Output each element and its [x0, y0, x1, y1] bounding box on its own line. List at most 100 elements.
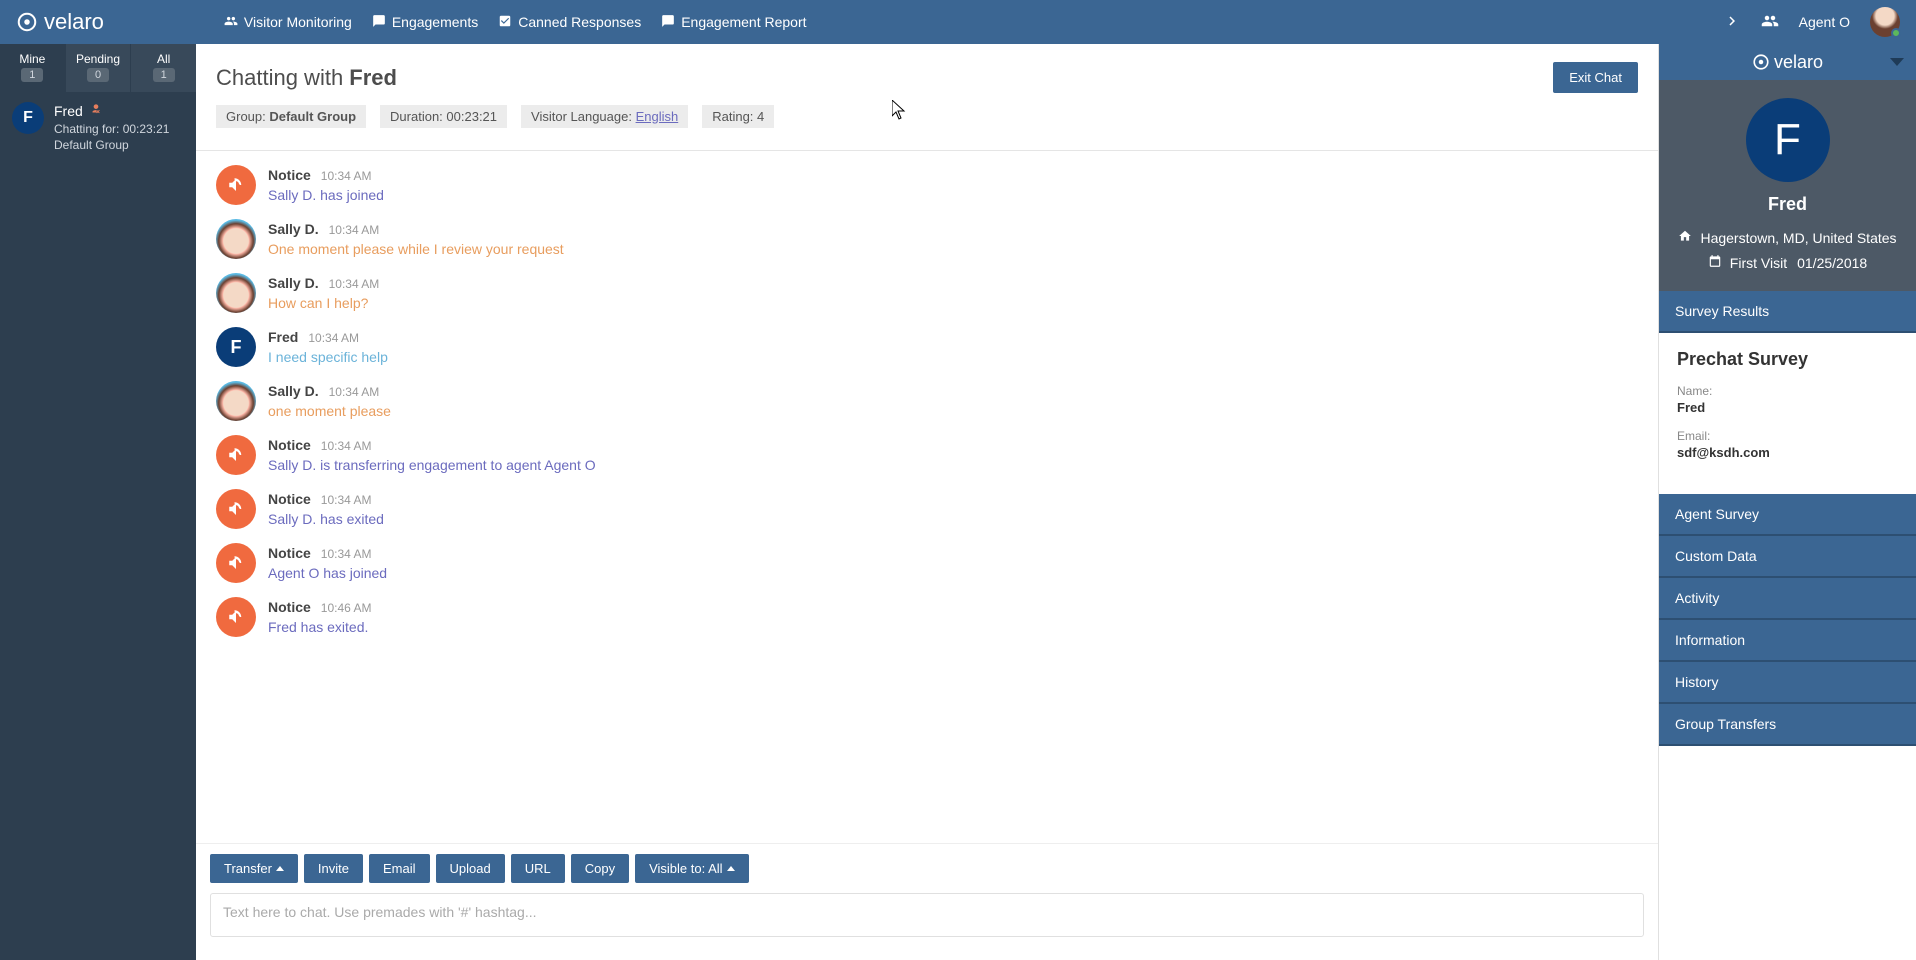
tab-count: 1 [153, 68, 175, 82]
chat-icon [372, 14, 386, 31]
nav-label: Canned Responses [518, 14, 641, 30]
chat-list-item[interactable]: F Fred Chatting for: 00:23:21 Default Gr… [0, 92, 196, 163]
velaro-logo-icon [16, 11, 38, 33]
navbar-right: Agent O [1723, 7, 1900, 37]
message-content: Notice10:34 AMAgent O has joined [268, 543, 387, 583]
visitor-first-visit: First Visit 01/25/2018 [1675, 254, 1900, 271]
chat-input[interactable] [210, 893, 1644, 937]
message-row: Sally D.10:34 AMHow can I help? [216, 273, 1638, 313]
message-content: Notice10:34 AMSally D. has joined [268, 165, 384, 205]
chat-meta: Group: Default Group Duration: 00:23:21 … [216, 105, 1638, 128]
nav-engagement-report[interactable]: Engagement Report [661, 14, 806, 31]
tab-pending[interactable]: Pending 0 [66, 44, 132, 92]
transfer-button[interactable]: Transfer [210, 854, 298, 883]
message-time: 10:34 AM [321, 439, 372, 453]
bullhorn-icon [216, 165, 256, 205]
tab-all[interactable]: All 1 [131, 44, 196, 92]
nav-visitor-monitoring[interactable]: Visitor Monitoring [224, 14, 352, 31]
tab-mine[interactable]: Mine 1 [0, 44, 66, 92]
accordion-activity[interactable]: Activity [1659, 578, 1916, 620]
copy-button[interactable]: Copy [571, 854, 629, 883]
visitor-details-sidebar: velaro F Fred Hagerstown, MD, United Sta… [1658, 44, 1916, 960]
bullhorn-icon [216, 435, 256, 475]
message-text: I need specific help [268, 349, 388, 365]
chat-title-name: Fred [349, 65, 397, 90]
chat-action-bar: Transfer Invite Email Upload URL Copy Vi… [210, 854, 1644, 883]
chevron-right-icon[interactable] [1723, 12, 1741, 33]
message-sender: Notice [268, 491, 311, 507]
message-text: Fred has exited. [268, 619, 372, 635]
message-row: Notice10:34 AMSally D. has joined [216, 165, 1638, 205]
accordion-group-transfers[interactable]: Group Transfers [1659, 704, 1916, 746]
message-content: Sally D. 10:34 AM one moment please [268, 381, 391, 421]
exit-chat-button[interactable]: Exit Chat [1553, 62, 1638, 93]
message-time: 10:34 AM [329, 223, 380, 237]
nav-label: Visitor Monitoring [244, 14, 352, 30]
message-row: Sally D. 10:34 AM one moment please [216, 381, 1638, 421]
message-row: Notice10:34 AMSally D. has exited [216, 489, 1638, 529]
invite-button[interactable]: Invite [304, 854, 363, 883]
users-icon [224, 14, 238, 31]
chat-list-sidebar: Mine 1 Pending 0 All 1 F Fred Chatting f… [0, 44, 196, 960]
agent-avatar[interactable] [1870, 7, 1900, 37]
message-sender: Fred [268, 329, 298, 345]
tab-count: 0 [87, 68, 109, 82]
message-content: Notice10:34 AMSally D. is transferring e… [268, 435, 596, 475]
accordion-agent-survey[interactable]: Agent Survey [1659, 494, 1916, 536]
message-content: Fred 10:34 AM I need specific help [268, 327, 388, 367]
brand-logo[interactable]: velaro [16, 9, 104, 35]
visitor-location: Hagerstown, MD, United States [1675, 229, 1900, 246]
visitor-card: F Fred Hagerstown, MD, United States Fir… [1659, 80, 1916, 291]
prechat-title: Prechat Survey [1677, 349, 1898, 370]
field-name-label: Name: [1677, 384, 1898, 398]
bullhorn-icon [216, 597, 256, 637]
collapse-icon[interactable] [1890, 58, 1904, 66]
message-content: Sally D.10:34 AMHow can I help? [268, 273, 379, 313]
accordion-information[interactable]: Information [1659, 620, 1916, 662]
message-text: one moment please [268, 403, 391, 419]
accordion-survey-results[interactable]: Survey Results [1659, 291, 1916, 333]
message-row: Notice10:34 AMSally D. is transferring e… [216, 435, 1638, 475]
meta-language: Visitor Language: English [521, 105, 688, 128]
accordion-history[interactable]: History [1659, 662, 1916, 704]
tab-label: Pending [70, 52, 127, 66]
message-time: 10:34 AM [308, 331, 359, 345]
chat-title: Chatting with Fred [216, 65, 397, 91]
message-content: Notice10:34 AMSally D. has exited [268, 489, 384, 529]
message-time: 10:34 AM [329, 385, 380, 399]
chat-transcript[interactable]: Notice10:34 AMSally D. has joinedSally D… [196, 151, 1658, 843]
right-panel-header[interactable]: velaro [1659, 44, 1916, 80]
message-text: Sally D. has exited [268, 511, 384, 527]
visitor-avatar-icon: F [216, 327, 256, 367]
meta-duration: Duration: 00:23:21 [380, 105, 507, 128]
message-sender: Notice [268, 167, 311, 183]
message-sender: Sally D. [268, 383, 319, 399]
bullhorn-icon [216, 543, 256, 583]
message-time: 10:34 AM [329, 277, 380, 291]
meta-group: Group: Default Group [216, 105, 366, 128]
message-row: Notice10:46 AMFred has exited. [216, 597, 1638, 637]
visitor-name: Fred [1675, 194, 1900, 215]
message-sender: Notice [268, 545, 311, 561]
nav-label: Engagement Report [681, 14, 806, 30]
tab-label: All [135, 52, 192, 66]
velaro-logo-small: velaro [1752, 52, 1823, 73]
status-online-icon [1891, 28, 1901, 38]
url-button[interactable]: URL [511, 854, 565, 883]
chat-visitor-name: Fred [54, 102, 83, 121]
language-link[interactable]: English [636, 109, 679, 124]
message-row: Sally D.10:34 AMOne moment please while … [216, 219, 1638, 259]
users-icon[interactable] [1761, 12, 1779, 33]
message-time: 10:46 AM [321, 601, 372, 615]
caret-up-icon [727, 866, 735, 871]
nav-engagements[interactable]: Engagements [372, 14, 478, 31]
top-navbar: velaro Visitor Monitoring Engagements Ca… [0, 0, 1916, 44]
visible-to-button[interactable]: Visible to: All [635, 854, 748, 883]
nav-canned-responses[interactable]: Canned Responses [498, 14, 641, 31]
email-button[interactable]: Email [369, 854, 430, 883]
message-time: 10:34 AM [321, 547, 372, 561]
accordion-custom-data[interactable]: Custom Data [1659, 536, 1916, 578]
field-email-label: Email: [1677, 429, 1898, 443]
upload-button[interactable]: Upload [436, 854, 505, 883]
message-text: Sally D. has joined [268, 187, 384, 203]
